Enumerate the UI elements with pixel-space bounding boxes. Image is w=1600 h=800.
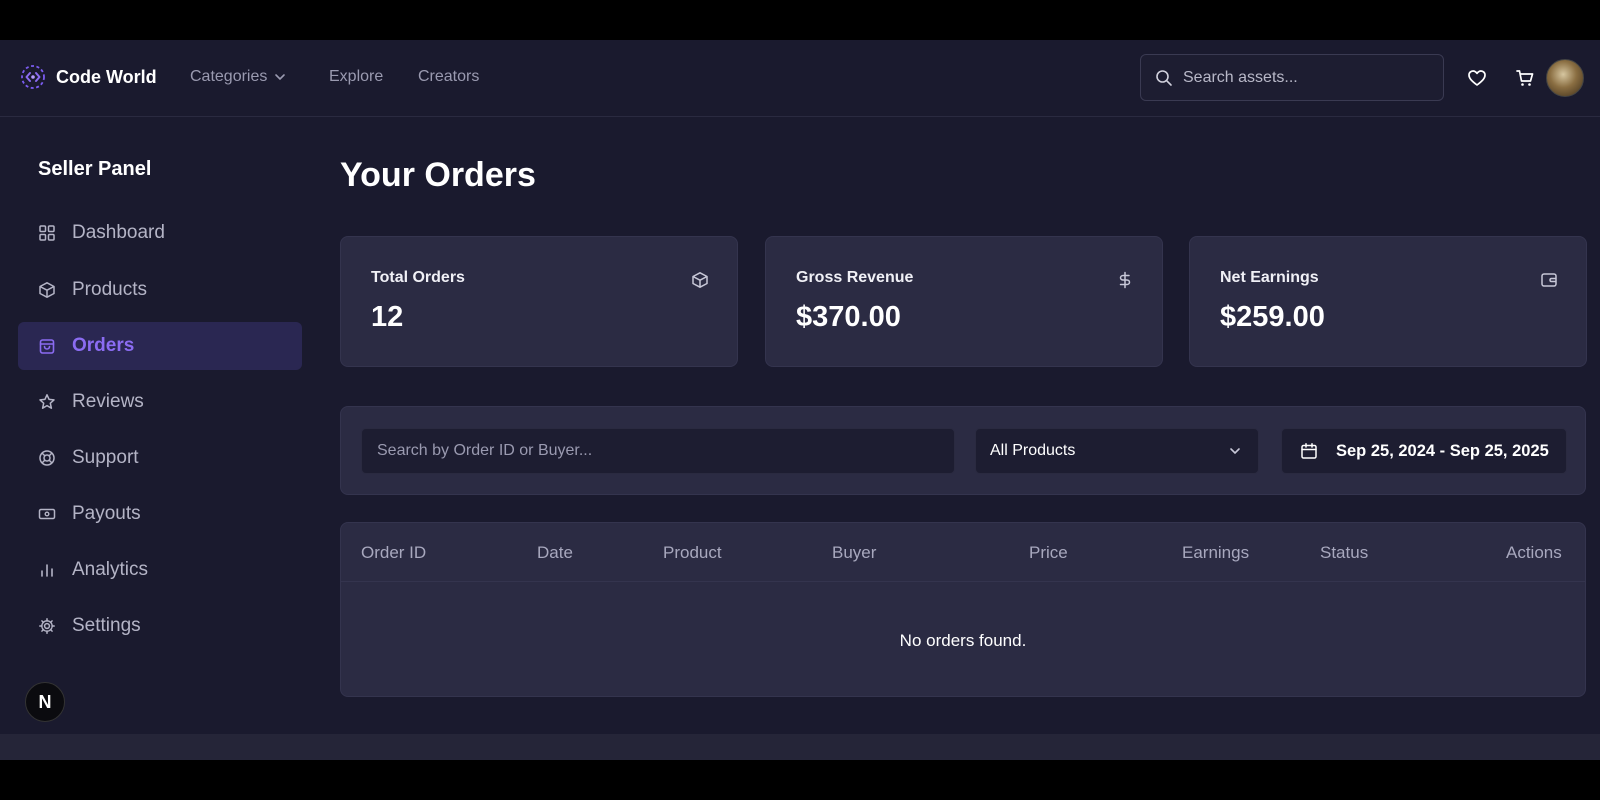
stat-value: 12 (371, 301, 404, 333)
sidebar-item-settings[interactable]: Settings (18, 602, 302, 650)
cart-icon[interactable] (1515, 68, 1535, 88)
column-header-product[interactable]: Product (663, 543, 722, 563)
stat-label: Gross Revenue (796, 269, 914, 286)
nav-creators[interactable]: Creators (418, 68, 479, 86)
column-header-date[interactable]: Date (537, 543, 573, 563)
sidebar-item-orders[interactable]: Orders (18, 322, 302, 370)
brand-logo[interactable]: Code World (20, 64, 157, 90)
cash-icon (38, 508, 56, 520)
search-icon (1156, 69, 1172, 86)
sidebar-item-label: Analytics (72, 559, 149, 580)
date-range-value: Sep 25, 2024 - Sep 25, 2025 (1336, 441, 1549, 460)
sidebar-item-label: Orders (72, 335, 135, 356)
order-search-box[interactable] (361, 428, 955, 474)
stat-value: $259.00 (1220, 301, 1325, 333)
search-input[interactable] (1183, 68, 1423, 87)
sidebar-item-analytics[interactable]: Analytics (18, 546, 302, 594)
star-icon (39, 394, 55, 409)
stat-card-net-earnings: Net Earnings $259.00 (1189, 236, 1587, 367)
order-search-input[interactable] (377, 429, 954, 473)
sidebar-item-label: Support (72, 447, 139, 468)
nav-categories-label: Categories (190, 68, 268, 85)
grid-icon (39, 225, 55, 241)
nextjs-dev-badge[interactable]: N (25, 682, 65, 722)
sidebar-item-products[interactable]: Products (18, 266, 302, 314)
chevron-down-icon (275, 74, 286, 81)
column-header-order-id[interactable]: Order ID (361, 543, 426, 563)
nav-categories[interactable]: Categories (190, 68, 287, 86)
lifebuoy-icon (39, 450, 55, 466)
column-header-status[interactable]: Status (1320, 543, 1368, 563)
order-filters: All Products Sep 25, 2024 - Sep 25, 2025 (340, 406, 1586, 495)
logo-icon (21, 65, 45, 89)
nav-explore[interactable]: Explore (329, 68, 383, 86)
sidebar-title: Seller Panel (38, 158, 152, 180)
column-header-buyer[interactable]: Buyer (832, 543, 876, 563)
orders-table: Order ID Date Product Buyer Price Earnin… (340, 522, 1586, 697)
seller-sidebar: Seller Panel Dashboard Products Orders R… (0, 118, 318, 760)
asset-search[interactable] (1140, 54, 1444, 101)
column-header-earnings[interactable]: Earnings (1182, 543, 1249, 563)
page-title: Your Orders (340, 156, 536, 194)
nav-explore-label: Explore (329, 68, 384, 85)
column-header-price[interactable]: Price (1029, 543, 1068, 563)
sidebar-item-label: Products (72, 279, 147, 300)
app-window: Code World Categories Explore Creators S… (0, 40, 1600, 760)
sidebar-item-label: Reviews (72, 391, 144, 412)
bar-chart-icon (41, 564, 53, 577)
nav-creators-label: Creators (418, 68, 480, 85)
footer-strip (0, 734, 1600, 760)
user-avatar[interactable] (1546, 59, 1584, 97)
empty-state-message: No orders found. (899, 631, 1027, 650)
stat-label: Total Orders (371, 269, 465, 286)
sidebar-item-label: Settings (72, 615, 141, 636)
sidebar-item-label: Payouts (72, 503, 141, 524)
sidebar-item-payouts[interactable]: Payouts (18, 490, 302, 538)
sidebar-item-label: Dashboard (72, 222, 165, 243)
date-range-picker[interactable]: Sep 25, 2024 - Sep 25, 2025 (1281, 428, 1567, 474)
gear-icon (39, 618, 55, 634)
sidebar-item-dashboard[interactable]: Dashboard (18, 209, 302, 257)
wallet-icon (1541, 273, 1557, 287)
heart-icon[interactable] (1467, 68, 1487, 88)
table-header: Order ID Date Product Buyer Price Earnin… (341, 523, 1585, 582)
stat-label: Net Earnings (1220, 269, 1319, 286)
top-navbar: Code World Categories Explore Creators (0, 40, 1600, 117)
box-icon (692, 272, 708, 288)
column-header-actions: Actions (1506, 543, 1562, 562)
brand-name: Code World (56, 66, 157, 87)
stat-card-gross-revenue: Gross Revenue $370.00 (765, 236, 1163, 367)
product-select[interactable]: All Products (975, 428, 1259, 474)
box-icon (39, 282, 55, 298)
chevron-down-icon (1230, 448, 1240, 455)
product-select-value: All Products (990, 442, 1076, 459)
sidebar-item-support[interactable]: Support (18, 434, 302, 482)
dollar-icon (1119, 271, 1131, 289)
stat-card-total-orders: Total Orders 12 (340, 236, 738, 367)
bag-icon (39, 339, 55, 354)
sidebar-item-reviews[interactable]: Reviews (18, 378, 302, 426)
stat-value: $370.00 (796, 301, 901, 333)
calendar-icon (1301, 443, 1317, 459)
